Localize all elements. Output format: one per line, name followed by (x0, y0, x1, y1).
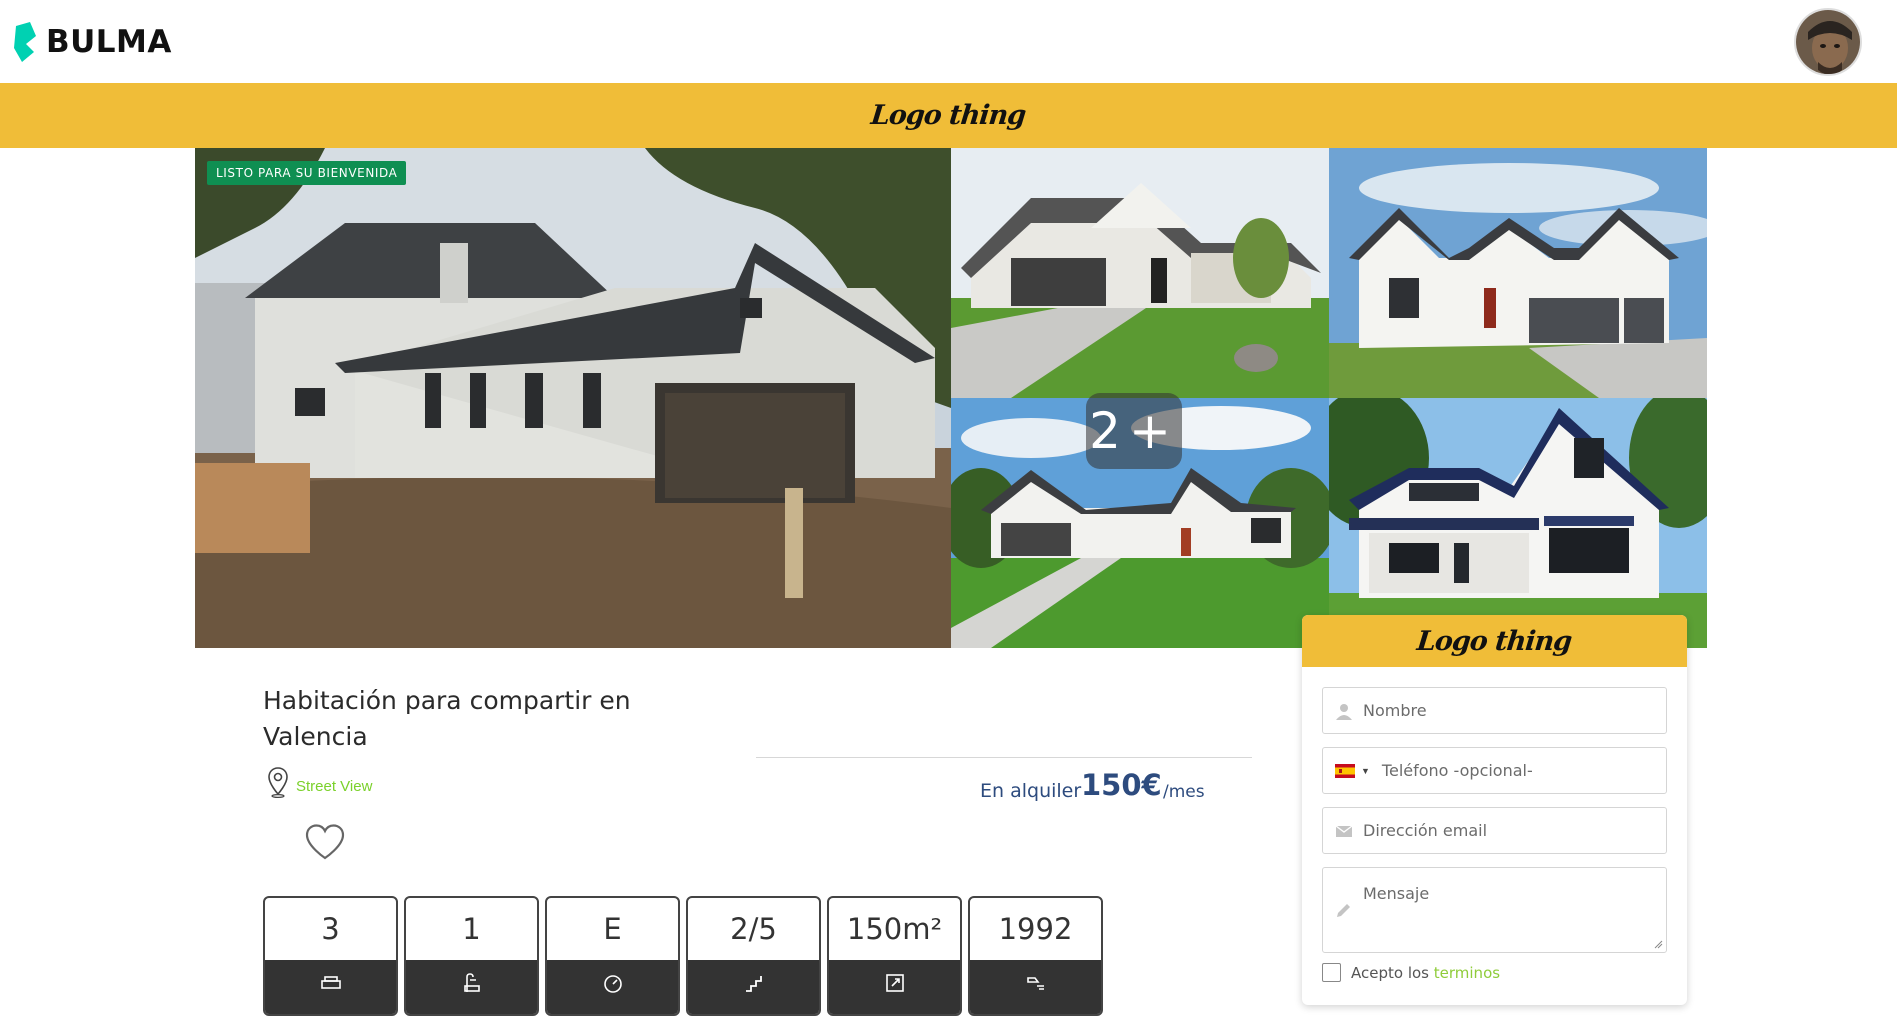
feature-energy-rating: E (545, 896, 680, 1016)
feature-value: 2/5 (730, 912, 777, 946)
street-view-link[interactable]: Street View (296, 778, 372, 795)
favorite-heart-icon[interactable] (304, 823, 346, 861)
bulma-logo-icon (14, 22, 36, 62)
terms-checkbox[interactable] (1322, 963, 1341, 982)
gallery-thumb-4[interactable] (1329, 398, 1707, 648)
bed-icon (320, 976, 341, 989)
more-photos-button[interactable]: 2+ (1086, 393, 1182, 469)
feature-value: E (603, 912, 622, 946)
feature-bathrooms: 1 (404, 896, 539, 1016)
resize-handle-icon[interactable] (1654, 940, 1663, 949)
navbar: BULMA (0, 0, 1897, 83)
price-divider (756, 757, 1252, 758)
listing-title: Habitación para compartir en Valencia (263, 686, 631, 751)
name-field[interactable]: Nombre (1322, 687, 1667, 734)
banner-logo-text: Logo thing (869, 100, 1028, 131)
email-field[interactable]: Dirección email (1322, 807, 1667, 854)
price-value: 150€ (1081, 768, 1162, 802)
gallery-thumb-1[interactable] (951, 148, 1329, 398)
status-badge: LISTO PARA SU BIENVENIDA (207, 161, 407, 185)
shower-icon (463, 973, 480, 992)
terms-link[interactable]: terminos (1434, 964, 1500, 982)
energy-icon (603, 975, 622, 993)
brand-logo[interactable]: BULMA (12, 22, 172, 62)
main-photo[interactable]: LISTO PARA SU BIENVENIDA (195, 148, 951, 648)
contact-form: Logo thing Nombre ▼ Teléfono -opcional- … (1302, 615, 1687, 1005)
form-header: Logo thing (1302, 615, 1687, 667)
feature-value: 3 (321, 912, 340, 946)
message-placeholder: Mensaje (1363, 884, 1430, 903)
stairs-icon (745, 976, 762, 992)
area-icon (885, 974, 904, 992)
phone-placeholder: Teléfono -opcional- (1381, 761, 1533, 780)
feature-list: 3 1 E 2/5 150m² 1992 (263, 896, 1103, 1016)
feature-area: 150m² (827, 896, 962, 1016)
brand-name: BULMA (46, 24, 172, 60)
spain-flag-icon (1335, 763, 1355, 778)
photo-gallery: LISTO PARA SU BIENVENIDA 2+ (195, 148, 1707, 648)
name-placeholder: Nombre (1363, 701, 1427, 720)
chevron-down-icon: ▼ (1361, 765, 1370, 776)
feature-year-built: 1992 (968, 896, 1103, 1016)
price-unit: /mes (1163, 782, 1205, 802)
form-logo-text: Logo thing (1415, 625, 1574, 657)
year-icon (1026, 977, 1044, 990)
terms-prefix: Acepto los (1351, 963, 1429, 982)
logo-banner: Logo thing (0, 83, 1897, 148)
gallery-thumb-2[interactable] (1329, 148, 1707, 398)
user-icon (1336, 703, 1352, 720)
feature-floor: 2/5 (686, 896, 821, 1016)
terms-text: Acepto los terminos (1351, 964, 1500, 982)
message-field[interactable]: Mensaje (1322, 867, 1667, 953)
feature-value: 1992 (998, 912, 1073, 946)
email-placeholder: Dirección email (1363, 821, 1488, 840)
feature-value: 1 (462, 912, 481, 946)
location-pin-icon (268, 767, 288, 798)
pencil-icon (1337, 904, 1350, 917)
phone-field[interactable]: ▼ Teléfono -opcional- (1322, 747, 1667, 794)
country-selector[interactable]: ▼ (1335, 763, 1370, 778)
user-avatar[interactable] (1794, 8, 1862, 76)
terms-row: Acepto los terminos (1322, 963, 1500, 982)
price-label: En alquiler (980, 780, 1082, 802)
feature-value: 150m² (846, 912, 943, 946)
feature-bedrooms: 3 (263, 896, 398, 1016)
envelope-icon (1335, 824, 1353, 837)
